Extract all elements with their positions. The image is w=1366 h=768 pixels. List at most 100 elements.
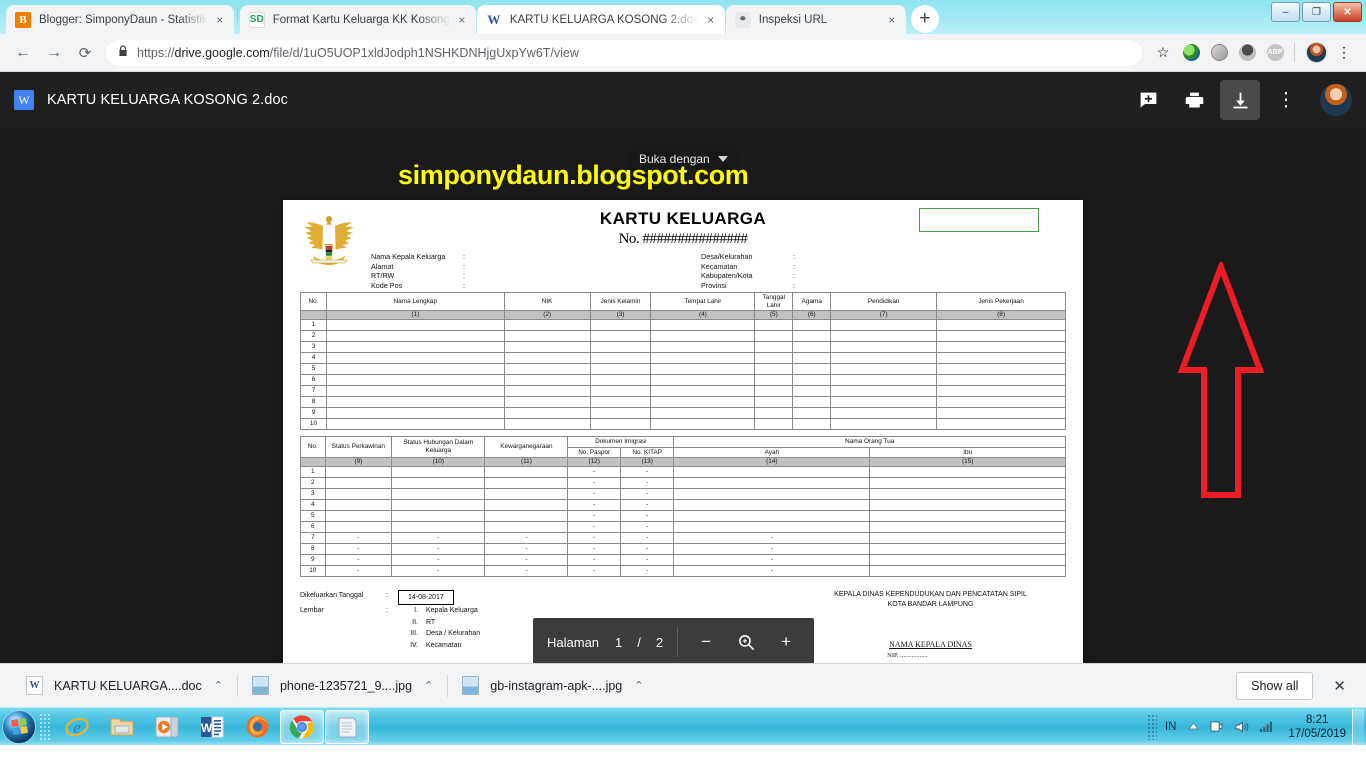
cell[interactable] — [484, 521, 569, 533]
cell[interactable] — [391, 510, 486, 522]
cell[interactable]: - — [484, 532, 569, 544]
cell[interactable] — [324, 510, 393, 522]
signal-icon[interactable] — [1259, 720, 1274, 733]
more-options-icon[interactable]: ⋮ — [1266, 80, 1306, 120]
show-hidden-icons-icon[interactable] — [1188, 722, 1200, 731]
cell[interactable] — [792, 385, 832, 397]
cell[interactable] — [869, 532, 1066, 544]
cell[interactable] — [484, 488, 569, 500]
cell[interactable]: - — [620, 466, 675, 478]
cell[interactable] — [936, 319, 1066, 331]
zoom-out-button[interactable]: − — [686, 622, 726, 662]
cell[interactable] — [391, 477, 486, 489]
taskbar-mozilla-firefox[interactable] — [235, 710, 279, 744]
network-icon[interactable] — [1209, 719, 1224, 734]
cell[interactable]: - — [391, 554, 486, 566]
taskbar-file-explorer[interactable] — [100, 710, 144, 744]
cell[interactable]: - — [620, 499, 675, 511]
current-page-number[interactable]: 1 — [615, 635, 622, 650]
cell[interactable]: - — [620, 554, 675, 566]
cell[interactable]: - — [620, 510, 675, 522]
cell[interactable] — [650, 385, 756, 397]
cell[interactable] — [754, 374, 794, 386]
cell[interactable] — [503, 341, 591, 353]
cell[interactable]: - — [567, 543, 622, 555]
minimize-button[interactable]: – — [1271, 2, 1300, 22]
cell[interactable] — [936, 418, 1066, 430]
cell[interactable] — [936, 330, 1066, 342]
cell[interactable] — [830, 352, 938, 364]
lightbulb-icon[interactable] — [1234, 40, 1260, 66]
cell[interactable] — [503, 352, 591, 364]
show-desktop-button[interactable] — [1352, 708, 1364, 745]
cell[interactable] — [869, 565, 1066, 577]
cell[interactable]: - — [673, 565, 871, 577]
close-icon[interactable]: × — [884, 12, 900, 28]
cell[interactable] — [754, 385, 794, 397]
cell[interactable] — [792, 330, 832, 342]
cell[interactable] — [830, 396, 938, 408]
cell[interactable]: - — [484, 543, 569, 555]
address-bar[interactable]: https:// drive.google.com /file/d/1uO5UO… — [106, 39, 1142, 66]
taskbar-microsoft-word[interactable]: W — [190, 710, 234, 744]
cell[interactable] — [325, 418, 505, 430]
cell[interactable] — [650, 418, 756, 430]
cell[interactable] — [936, 363, 1066, 375]
bookmark-star-icon[interactable]: ☆ — [1150, 40, 1176, 66]
cell[interactable]: - — [567, 521, 622, 533]
cell[interactable] — [936, 374, 1066, 386]
cell[interactable] — [830, 319, 938, 331]
cell[interactable] — [673, 477, 871, 489]
cell[interactable] — [754, 352, 794, 364]
adblock-icon[interactable]: ABP — [1262, 40, 1288, 66]
cell[interactable] — [830, 407, 938, 419]
maximize-button[interactable]: ❐ — [1302, 2, 1331, 22]
cell[interactable] — [830, 363, 938, 375]
cell[interactable] — [830, 385, 938, 397]
chrome-menu-icon[interactable]: ⋮ — [1331, 40, 1357, 66]
cell[interactable] — [792, 418, 832, 430]
cell[interactable] — [830, 418, 938, 430]
cell[interactable] — [484, 499, 569, 511]
cell[interactable] — [650, 396, 756, 408]
cell[interactable] — [589, 363, 652, 375]
cell[interactable] — [503, 330, 591, 342]
cell[interactable]: - — [567, 499, 622, 511]
cell[interactable] — [324, 521, 393, 533]
cell[interactable] — [503, 319, 591, 331]
cell[interactable] — [869, 554, 1066, 566]
cell[interactable] — [673, 466, 871, 478]
cell[interactable] — [830, 341, 938, 353]
show-all-downloads-button[interactable]: Show all — [1236, 671, 1314, 700]
cell[interactable]: - — [567, 510, 622, 522]
cell[interactable] — [589, 374, 652, 386]
cell[interactable] — [391, 466, 486, 478]
cell[interactable] — [325, 319, 505, 331]
cell[interactable] — [673, 521, 871, 533]
cell[interactable] — [754, 363, 794, 375]
cell[interactable]: - — [567, 466, 622, 478]
cell[interactable] — [503, 418, 591, 430]
cell[interactable] — [792, 319, 832, 331]
cell[interactable] — [792, 407, 832, 419]
zoom-icon[interactable] — [726, 622, 766, 662]
cell[interactable] — [869, 488, 1066, 500]
cell[interactable] — [503, 363, 591, 375]
close-icon[interactable]: × — [454, 12, 470, 28]
cell[interactable] — [391, 499, 486, 511]
cell[interactable] — [325, 385, 505, 397]
cell[interactable] — [754, 396, 794, 408]
cell[interactable] — [869, 543, 1066, 555]
cell[interactable]: - — [620, 532, 675, 544]
cell[interactable] — [754, 407, 794, 419]
download-icon[interactable] — [1220, 80, 1260, 120]
chevron-up-icon[interactable]: ⌃ — [634, 679, 643, 692]
cell[interactable]: - — [673, 554, 871, 566]
close-icon[interactable]: × — [703, 12, 719, 28]
cell[interactable]: - — [673, 543, 871, 555]
cell[interactable] — [325, 363, 505, 375]
cell[interactable] — [830, 374, 938, 386]
cell[interactable] — [391, 521, 486, 533]
cell[interactable] — [869, 510, 1066, 522]
cell[interactable] — [936, 396, 1066, 408]
